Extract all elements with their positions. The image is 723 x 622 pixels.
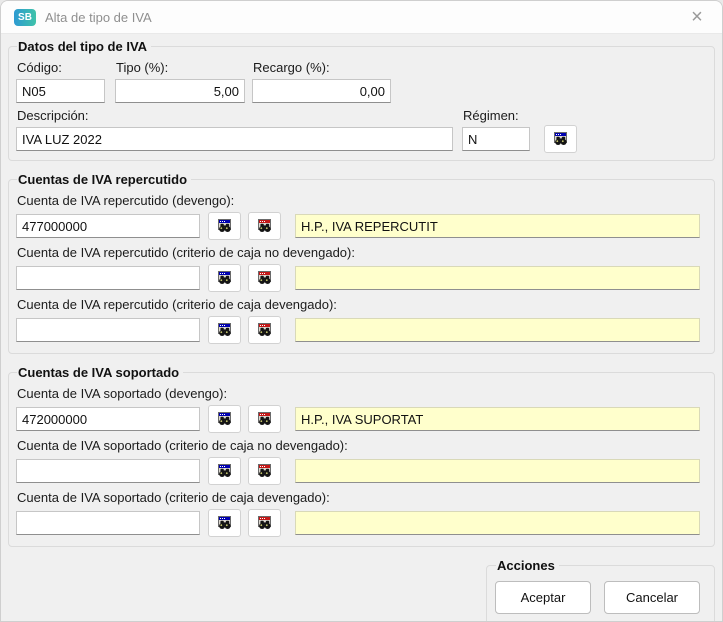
lookup-plan-button[interactable] — [208, 509, 241, 537]
dialog-window: SB Alta de tipo de IVA × Datos del tipo … — [0, 0, 723, 622]
lookup-extended-button[interactable] — [248, 316, 281, 344]
group-repercutido-legend: Cuentas de IVA repercutido — [17, 172, 191, 187]
titlebar: SB Alta de tipo de IVA × — [1, 1, 722, 34]
account-row — [16, 316, 700, 344]
repercutido-caja-no-devengado-account-input[interactable] — [16, 266, 200, 290]
recargo-input[interactable] — [252, 79, 391, 103]
binoculars-window-blue-icon — [217, 218, 233, 234]
cancelar-button[interactable]: Cancelar — [604, 581, 700, 614]
binoculars-window-blue-icon — [217, 515, 233, 531]
repercutido-caja-devengado-account-input[interactable] — [16, 318, 200, 342]
lookup-extended-button[interactable] — [248, 212, 281, 240]
dialog-content: Datos del tipo de IVA Código: Tipo (%): … — [1, 34, 722, 622]
repercutido-devengo-label: Cuenta de IVA repercutido (devengo): — [17, 193, 700, 208]
binoculars-window-red-icon — [257, 322, 273, 338]
account-description-field — [295, 214, 700, 238]
group-cuentas-soportado: Cuentas de IVA soportado Cuenta de IVA s… — [8, 365, 715, 547]
binoculars-window-red-icon — [257, 218, 273, 234]
account-row — [16, 264, 700, 292]
lookup-extended-button[interactable] — [248, 405, 281, 433]
soportado-caja-no-devengado-label: Cuenta de IVA soportado (criterio de caj… — [17, 438, 700, 453]
window-title: Alta de tipo de IVA — [45, 10, 682, 25]
lookup-extended-button[interactable] — [248, 264, 281, 292]
regimen-lookup-button[interactable] — [544, 125, 577, 153]
soportado-devengo-account-input[interactable] — [16, 407, 200, 431]
soportado-caja-devengado-account-input[interactable] — [16, 511, 200, 535]
lookup-plan-button[interactable] — [208, 264, 241, 292]
binoculars-window-red-icon — [257, 411, 273, 427]
tipo-input[interactable] — [115, 79, 245, 103]
tipo-label: Tipo (%): — [116, 60, 245, 75]
account-row — [16, 509, 700, 537]
group-soportado-legend: Cuentas de IVA soportado — [17, 365, 183, 380]
account-description-field — [295, 318, 700, 342]
lookup-extended-button[interactable] — [248, 457, 281, 485]
group-datos-tipo-iva: Datos del tipo de IVA Código: Tipo (%): … — [8, 39, 715, 161]
binoculars-window-blue-icon — [217, 270, 233, 286]
app-logo: SB — [14, 9, 36, 26]
soportado-devengo-label: Cuenta de IVA soportado (devengo): — [17, 386, 700, 401]
account-description-field — [295, 459, 700, 483]
binoculars-window-blue-icon — [217, 411, 233, 427]
repercutido-devengo-account-input[interactable] — [16, 214, 200, 238]
account-row — [16, 405, 700, 433]
soportado-caja-no-devengado-account-input[interactable] — [16, 459, 200, 483]
soportado-caja-devengado-label: Cuenta de IVA soportado (criterio de caj… — [17, 490, 700, 505]
account-row — [16, 212, 700, 240]
repercutido-caja-no-devengado-label: Cuenta de IVA repercutido (criterio de c… — [17, 245, 700, 260]
group-acciones-legend: Acciones — [496, 558, 559, 573]
group-cuentas-repercutido: Cuentas de IVA repercutido Cuenta de IVA… — [8, 172, 715, 354]
close-button[interactable]: × — [682, 3, 712, 31]
group-datos-legend: Datos del tipo de IVA — [17, 39, 151, 54]
aceptar-button[interactable]: Aceptar — [495, 581, 591, 614]
lookup-plan-button[interactable] — [208, 405, 241, 433]
lookup-extended-button[interactable] — [248, 509, 281, 537]
regimen-input[interactable] — [462, 127, 530, 151]
binoculars-window-blue-icon — [217, 322, 233, 338]
lookup-plan-button[interactable] — [208, 212, 241, 240]
account-description-field — [295, 511, 700, 535]
recargo-label: Recargo (%): — [253, 60, 391, 75]
binoculars-window-red-icon — [257, 463, 273, 479]
lookup-plan-button[interactable] — [208, 457, 241, 485]
binoculars-window-red-icon — [257, 515, 273, 531]
codigo-input[interactable] — [16, 79, 105, 103]
group-acciones: Acciones Aceptar Cancelar — [486, 558, 715, 622]
account-row — [16, 457, 700, 485]
repercutido-caja-devengado-label: Cuenta de IVA repercutido (criterio de c… — [17, 297, 700, 312]
account-description-field — [295, 266, 700, 290]
descripcion-label: Descripción: — [17, 108, 453, 123]
close-icon: × — [691, 6, 703, 28]
codigo-label: Código: — [17, 60, 105, 75]
binoculars-window-blue-icon — [553, 131, 569, 147]
binoculars-window-red-icon — [257, 270, 273, 286]
regimen-label: Régimen: — [463, 108, 530, 123]
binoculars-window-blue-icon — [217, 463, 233, 479]
lookup-plan-button[interactable] — [208, 316, 241, 344]
account-description-field — [295, 407, 700, 431]
descripcion-input[interactable] — [16, 127, 453, 151]
